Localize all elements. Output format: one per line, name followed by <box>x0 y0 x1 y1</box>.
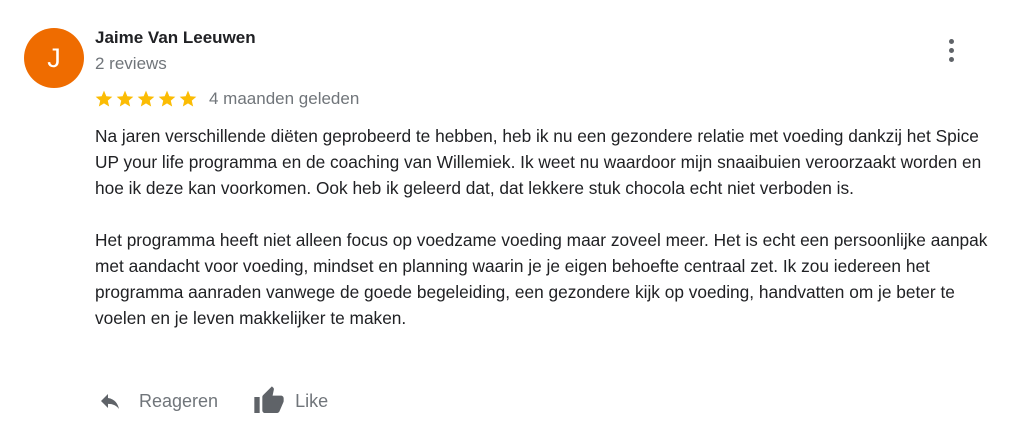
star-icon <box>116 90 134 107</box>
more-vert-icon-dot <box>948 47 954 53</box>
reply-icon <box>101 394 119 409</box>
star-icon <box>137 90 155 107</box>
review-actions: Reageren Like <box>95 383 328 419</box>
star-rating <box>94 89 198 109</box>
review-paragraph: Na jaren verschillende diëten geprobeerd… <box>95 126 982 198</box>
review-text: Na jaren verschillende diëten geprobeerd… <box>95 123 1005 331</box>
more-options-button[interactable] <box>937 34 965 66</box>
star-icon <box>179 90 197 107</box>
star-icon <box>95 90 113 107</box>
like-button[interactable]: Like <box>251 385 328 417</box>
star-icon <box>158 90 176 107</box>
author-reviews-count[interactable]: 2 reviews <box>95 54 167 74</box>
rating-row: 4 maanden geleden <box>94 88 359 110</box>
avatar[interactable]: J <box>24 28 84 88</box>
like-label: Like <box>295 391 329 411</box>
reply-label: Reageren <box>139 391 219 411</box>
avatar-initial: J <box>47 42 61 73</box>
author-name[interactable]: Jaime Van Leeuwen <box>95 28 256 48</box>
review-paragraph: Het programma heeft niet alleen focus op… <box>95 230 988 328</box>
reply-button[interactable]: Reageren <box>95 389 218 413</box>
more-vert-icon <box>948 38 954 44</box>
more-vert-icon-dot <box>948 56 954 62</box>
thumbs-up-icon <box>254 386 284 413</box>
review-date: 4 maanden geleden <box>209 89 360 108</box>
